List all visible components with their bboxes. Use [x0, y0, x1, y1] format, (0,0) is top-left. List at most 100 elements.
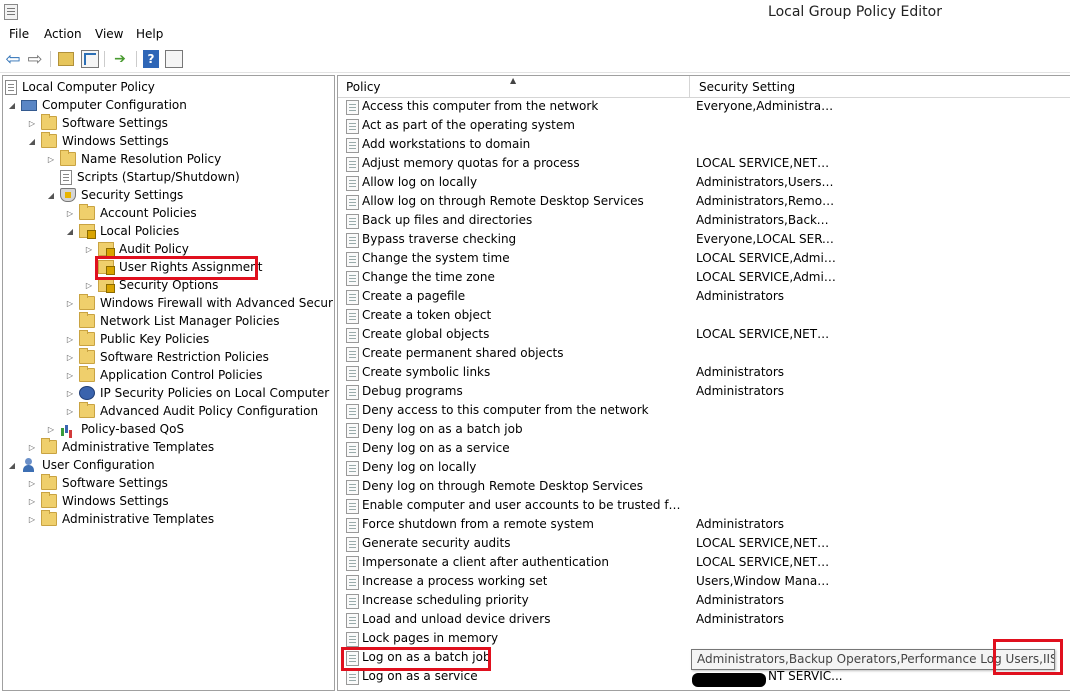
forward-arrow-icon[interactable]: ⇨ [26, 49, 44, 70]
tree-node-security-settings[interactable]: ◢ Security Settings [46, 186, 185, 204]
collapsed-arrow-icon[interactable]: ▷ [27, 119, 37, 128]
menu-bar: File Action View Help [0, 25, 1070, 45]
tree-node-local-computer-policy[interactable]: Local Computer Policy [5, 78, 157, 96]
tree-node-account-policies[interactable]: ▷ Account Policies [65, 204, 199, 222]
tree-pane[interactable]: Local Computer Policy ◢ Computer Configu… [2, 75, 335, 691]
collapsed-arrow-icon[interactable]: ▷ [65, 407, 75, 416]
show-tree-icon[interactable] [81, 50, 99, 68]
policy-icon [346, 575, 359, 590]
table-row[interactable]: Change the system time LOCAL SERVICE,Admi… [338, 250, 1070, 269]
tree-node-admin-templates-computer[interactable]: ▷ Administrative Templates [27, 438, 216, 456]
collapsed-arrow-icon[interactable]: ▷ [65, 209, 75, 218]
expanded-arrow-icon[interactable]: ◢ [7, 461, 17, 470]
help-icon[interactable]: ? [143, 50, 159, 68]
table-row[interactable]: Load and unload device drivers Administra… [338, 611, 1070, 630]
policy-name: Deny log on as a batch job [362, 422, 523, 436]
policy-icon [346, 461, 359, 476]
security-setting-value: Administrators [696, 612, 785, 626]
collapsed-arrow-icon[interactable]: ▷ [46, 425, 56, 434]
table-row[interactable]: Force shutdown from a remote system Admin… [338, 516, 1070, 535]
collapsed-arrow-icon[interactable]: ▷ [65, 335, 75, 344]
table-row[interactable]: Allow log on through Remote Desktop Serv… [338, 193, 1070, 212]
table-row[interactable]: Create global objects LOCAL SERVICE,NETWO… [338, 326, 1070, 345]
collapsed-arrow-icon[interactable]: ▷ [27, 443, 37, 452]
table-row[interactable]: Impersonate a client after authenticatio… [338, 554, 1070, 573]
export-list-icon[interactable]: ➔ [111, 50, 129, 68]
tree-node-user-configuration[interactable]: ◢ User Configuration [7, 456, 157, 474]
table-row[interactable]: Allow log on locally Administrators,Users… [338, 174, 1070, 193]
table-row[interactable]: Deny access to this computer from the ne… [338, 402, 1070, 421]
expanded-arrow-icon[interactable]: ◢ [65, 227, 75, 236]
table-row[interactable]: Increase scheduling priority Administrato… [338, 592, 1070, 611]
policy-name: Create permanent shared objects [362, 346, 564, 360]
table-row[interactable]: Back up files and directories Administrat… [338, 212, 1070, 231]
policy-name: Increase scheduling priority [362, 593, 529, 607]
table-row[interactable]: Generate security audits LOCAL SERVICE,NE… [338, 535, 1070, 554]
collapsed-arrow-icon[interactable]: ▷ [27, 479, 37, 488]
collapsed-arrow-icon[interactable]: ▷ [84, 281, 94, 290]
tree-node-ip-security[interactable]: ▷ IP Security Policies on Local Computer [65, 384, 331, 402]
table-row[interactable]: Debug programs Administrators [338, 383, 1070, 402]
tree-node-application-control[interactable]: ▷ Application Control Policies [65, 366, 264, 384]
table-row[interactable]: Deny log on as a batch job [338, 421, 1070, 440]
tree-node-scripts[interactable]: Scripts (Startup/Shutdown) [46, 168, 242, 186]
policy-list-pane[interactable]: Policy ▲ Security Setting Access this co… [337, 75, 1070, 691]
table-row[interactable]: Add workstations to domain [338, 136, 1070, 155]
policy-icon [346, 499, 359, 514]
expanded-arrow-icon[interactable]: ◢ [27, 137, 37, 146]
tree-node-user-software-settings[interactable]: ▷ Software Settings [27, 474, 170, 492]
tree-node-name-resolution-policy[interactable]: ▷ Name Resolution Policy [46, 150, 223, 168]
tree-node-user-windows-settings[interactable]: ▷ Windows Settings [27, 492, 171, 510]
policy-icon [346, 290, 359, 305]
table-row[interactable]: Adjust memory quotas for a process LOCAL … [338, 155, 1070, 174]
table-row[interactable]: Create a token object [338, 307, 1070, 326]
table-row[interactable]: Create permanent shared objects [338, 345, 1070, 364]
table-row[interactable]: Create a pagefile Administrators [338, 288, 1070, 307]
tree-node-software-settings[interactable]: ▷ Software Settings [27, 114, 170, 132]
table-row[interactable]: Deny log on locally [338, 459, 1070, 478]
table-row[interactable]: Enable computer and user accounts to be … [338, 497, 1070, 516]
table-row[interactable]: Change the time zone LOCAL SERVICE,Admini… [338, 269, 1070, 288]
collapsed-arrow-icon[interactable]: ▷ [27, 515, 37, 524]
tree-node-windows-settings[interactable]: ◢ Windows Settings [27, 132, 171, 150]
tree-node-advanced-audit[interactable]: ▷ Advanced Audit Policy Configuration [65, 402, 320, 420]
table-row[interactable]: Increase a process working set Users,Wind… [338, 573, 1070, 592]
table-row[interactable]: Deny log on through Remote Desktop Servi… [338, 478, 1070, 497]
collapsed-arrow-icon[interactable]: ▷ [65, 371, 75, 380]
collapsed-arrow-icon[interactable]: ▷ [65, 389, 75, 398]
scripts-icon [60, 169, 72, 185]
tree-node-admin-templates-user[interactable]: ▷ Administrative Templates [27, 510, 216, 528]
policy-icon [346, 632, 359, 647]
collapsed-arrow-icon[interactable]: ▷ [65, 353, 75, 362]
table-row[interactable]: Act as part of the operating system [338, 117, 1070, 136]
folder-icon [79, 366, 95, 382]
console-icon[interactable] [165, 50, 183, 68]
back-arrow-icon[interactable]: ⇦ [4, 49, 22, 70]
table-row[interactable]: Deny log on as a service [338, 440, 1070, 459]
menu-view[interactable]: View [95, 27, 123, 41]
tree-node-local-policies[interactable]: ◢ Local Policies [65, 222, 181, 240]
expanded-arrow-icon[interactable]: ◢ [7, 101, 17, 110]
policy-icon [346, 670, 359, 685]
table-row[interactable]: Access this computer from the network Eve… [338, 98, 1070, 117]
menu-file[interactable]: File [9, 27, 29, 41]
tree-node-software-restriction[interactable]: ▷ Software Restriction Policies [65, 348, 271, 366]
collapsed-arrow-icon[interactable]: ▷ [46, 155, 56, 164]
tree-node-computer-configuration[interactable]: ◢ Computer Configuration [7, 96, 189, 114]
column-header-security-setting[interactable]: Security Setting [691, 76, 1070, 98]
table-row[interactable]: Create symbolic links Administrators [338, 364, 1070, 383]
tree-node-policy-qos[interactable]: ▷ Policy-based QoS [46, 420, 186, 438]
menu-action[interactable]: Action [44, 27, 82, 41]
table-row[interactable]: Bypass traverse checking Everyone,LOCAL S… [338, 231, 1070, 250]
expanded-arrow-icon[interactable]: ◢ [46, 191, 56, 200]
collapsed-arrow-icon[interactable]: ▷ [65, 299, 75, 308]
collapsed-arrow-icon[interactable]: ▷ [27, 497, 37, 506]
up-folder-icon[interactable] [57, 50, 75, 68]
security-setting-value: LOCAL SERVICE,Admini... [696, 270, 836, 284]
collapsed-arrow-icon[interactable]: ▷ [84, 245, 94, 254]
tree-node-windows-firewall[interactable]: ▷ Windows Firewall with Advanced Securit… [65, 294, 334, 312]
menu-help[interactable]: Help [136, 27, 163, 41]
security-setting-value: Administrators,Remote ... [696, 194, 836, 208]
tree-node-public-key-policies[interactable]: ▷ Public Key Policies [65, 330, 211, 348]
tree-node-network-list-manager[interactable]: Network List Manager Policies [65, 312, 282, 330]
